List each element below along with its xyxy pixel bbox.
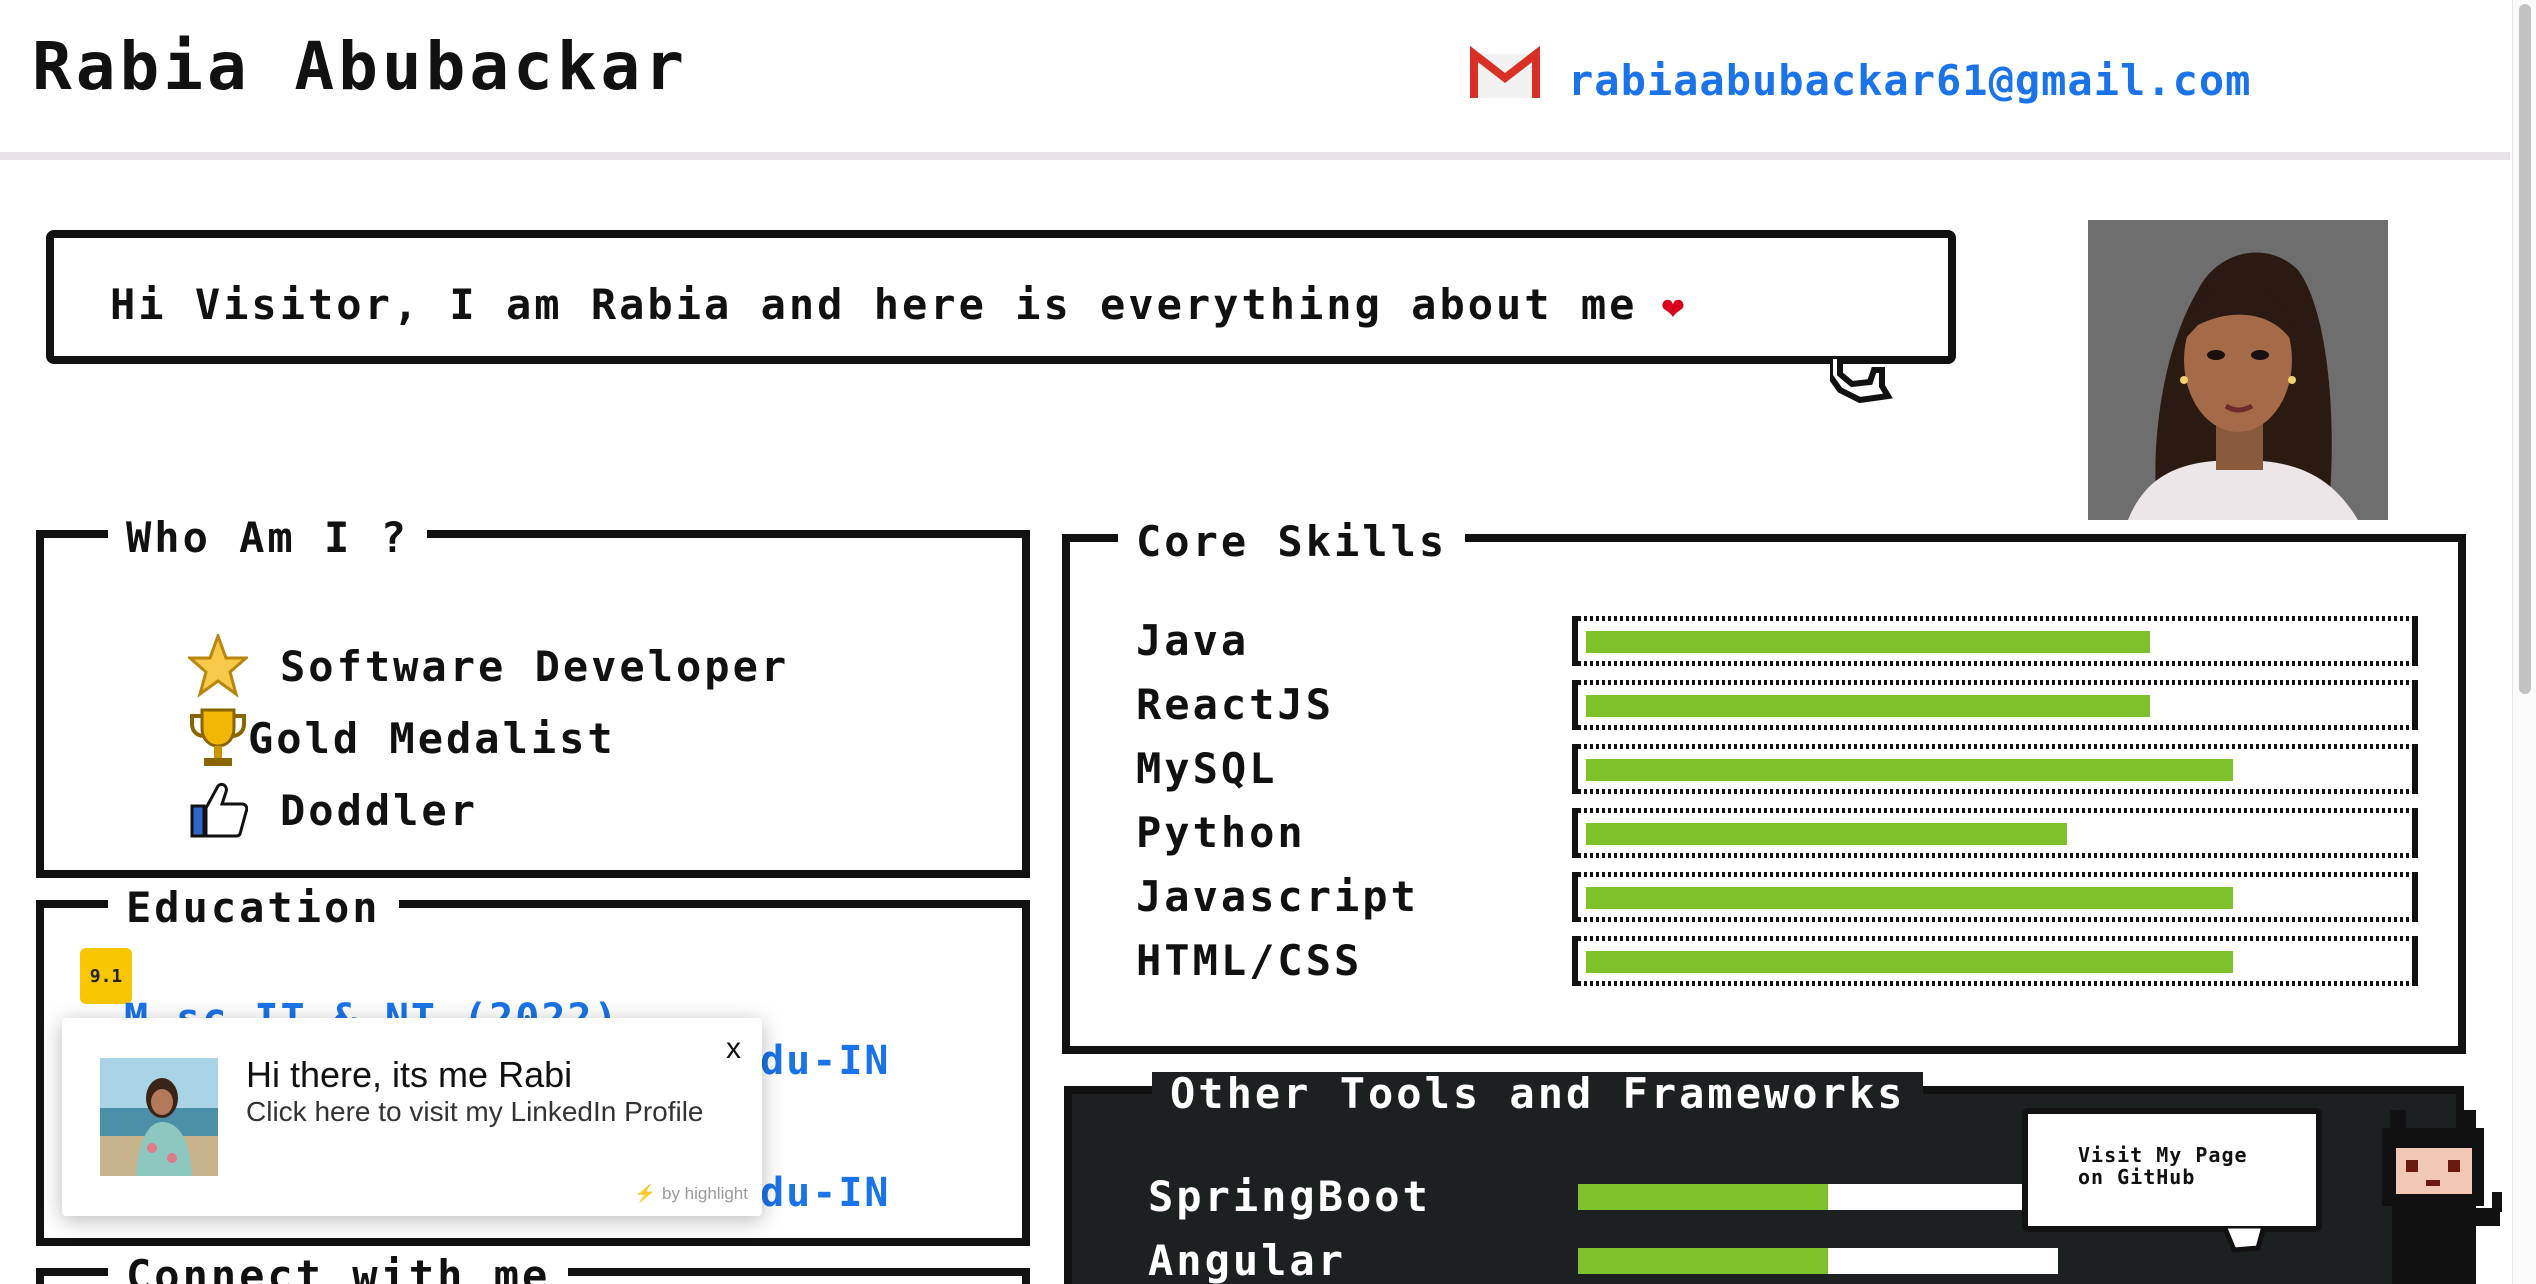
skill-name: Java [1136,616,1250,665]
skill-progress-fill [1586,695,2150,717]
beach-photo [100,1058,218,1176]
who-item-label: Gold Medalist [248,713,616,763]
site-title: Rabia Abubackar [32,28,689,105]
site-header: Rabia Abubackar rabiaabubackar61@gmail.c… [0,0,2510,160]
page-scrollbar[interactable] [2512,0,2536,1284]
skill-name: Javascript [1136,872,1419,921]
credit-label: by highlight [661,1184,748,1203]
connect-title: Connect with me [108,1254,569,1284]
who-am-i-list: Software Developer Gold Medalist Doddler [188,630,789,846]
list-item: Doddler [188,774,789,846]
skill-name: Python [1136,808,1306,857]
skill-progress-fill [1586,951,2233,973]
who-am-i-title: Who Am I ? [108,516,427,560]
skill-name: ReactJS [1136,680,1335,729]
tools-title: Other Tools and Frameworks [1152,1072,1924,1116]
connect-panel: Connect with me [36,1254,1030,1284]
skill-name: MySQL [1136,744,1278,793]
education-title: Education [108,886,399,930]
gmail-icon [1470,45,1540,98]
skill-progress-bar [1572,808,2418,858]
skill-progress-bar [1572,936,2418,986]
highlight-credit[interactable]: ⚡ by highlight [635,1184,748,1204]
skill-name: HTML/CSS [1136,936,1363,985]
skill-progress-fill [1586,887,2233,909]
list-item: Software Developer [188,630,789,702]
core-skills-title: Core Skills [1118,520,1466,564]
linkedin-popup[interactable]: Hi there, its me Rabi Click here to visi… [62,1018,762,1216]
skill-progress-fill [1586,631,2150,653]
popup-close-button[interactable]: x [726,1032,741,1066]
intro-text: Hi Visitor, I am Rabia and here is every… [110,280,1638,329]
portfolio-page: Rabia Abubackar rabiaabubackar61@gmail.c… [0,0,2536,1284]
tool-progress-fill [1578,1184,1828,1210]
who-item-label: Doddler [280,785,479,835]
skill-progress-bar [1572,744,2418,794]
trophy-icon [190,708,246,766]
tool-name: SpringBoot [1148,1172,1431,1221]
skill-progress-fill [1586,823,2067,845]
scrollbar-thumb[interactable] [2519,4,2531,694]
tool-progress-bar [1578,1248,2058,1274]
tool-name: Angular [1148,1236,1347,1284]
intro-speech-bubble: Hi Visitor, I am Rabia and here is every… [46,230,1956,364]
skill-progress-bar [1572,680,2418,730]
who-am-i-panel: Who Am I ? Software Developer Gold Medal… [36,516,1030,878]
email-link[interactable]: rabiaabubackar61@gmail.com [1568,56,2251,105]
github-bubble-tail [2224,1226,2267,1253]
avatar-illustration [2088,220,2388,520]
skill-progress-bar [1572,872,2418,922]
heart-icon: ❤ [1661,284,1688,328]
tool-progress-bar [1578,1184,2058,1210]
octocat-icon[interactable] [2356,1108,2506,1284]
github-speech-bubble[interactable]: Visit My Page on GitHub [2022,1108,2322,1232]
speech-bubble-tail [1830,356,1893,404]
skill-progress-fill [1586,759,2233,781]
skill-progress-bar [1572,616,2418,666]
popup-title: Hi there, its me Rabi [246,1054,573,1095]
email-contact[interactable]: rabiaabubackar61@gmail.com [1470,42,2251,105]
tool-progress-fill [1578,1248,1828,1274]
profile-avatar [2088,220,2388,520]
who-item-label: Software Developer [280,641,790,691]
star-icon [188,634,248,698]
lightning-icon: ⚡ [634,1184,656,1203]
core-skills-panel: Core Skills Java ReactJS MySQL Python Javasc… [1062,520,2466,1054]
popup-subtitle[interactable]: Click here to visit my LinkedIn Profile [246,1096,704,1128]
thumbs-up-icon [190,782,248,838]
list-item: Gold Medalist [188,702,789,774]
popup-profile-photo [100,1058,218,1176]
github-bubble-line: Visit My Page [2078,1143,2248,1167]
github-bubble-line: on GitHub [2078,1165,2196,1189]
